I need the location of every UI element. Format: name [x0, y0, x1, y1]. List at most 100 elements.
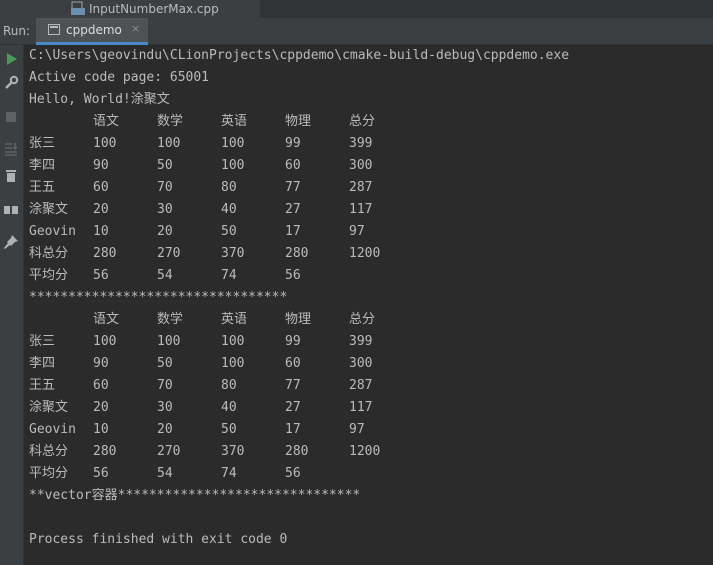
table-cell: 100 — [93, 136, 117, 151]
table-cell: 370 — [221, 246, 245, 261]
table-cell: 100 — [221, 158, 245, 173]
table-cell: 10 — [93, 422, 109, 437]
row-label-cell: 平均分 — [29, 268, 69, 283]
table-cell: 语文 — [93, 312, 120, 327]
row-label-cell: 涂聚文 — [29, 202, 69, 217]
table-cell: 370 — [221, 444, 245, 459]
run-tool-window-header: Run: cppdemo × — [0, 18, 713, 45]
table-cell: 英语 — [221, 312, 248, 327]
table-cell: 56 — [93, 268, 109, 283]
table-cell: 数学 — [157, 312, 184, 327]
table-cell: 20 — [157, 224, 173, 239]
table-cell: 399 — [349, 136, 373, 151]
table-cell: 54 — [157, 268, 173, 283]
table-cell: 97 — [349, 422, 365, 437]
table-cell: 56 — [93, 466, 109, 481]
pin-icon[interactable] — [3, 234, 19, 250]
table-cell: 17 — [285, 224, 301, 239]
table-cell: 30 — [157, 400, 173, 415]
table-cell: 280 — [285, 246, 309, 261]
wrench-icon[interactable] — [3, 75, 19, 91]
table-cell: 27 — [285, 202, 301, 217]
table-cell: 99 — [285, 334, 301, 349]
table-cell: 90 — [93, 158, 109, 173]
table-cell: 20 — [93, 400, 109, 415]
table-cell: 50 — [157, 356, 173, 371]
table-cell: 100 — [93, 334, 117, 349]
table-cell: 280 — [93, 246, 117, 261]
table-cell: 270 — [157, 246, 181, 261]
table-cell: 总分 — [349, 312, 376, 327]
row-label-cell: 李四 — [29, 356, 56, 371]
row-label-cell: 平均分 — [29, 466, 69, 481]
table-cell: 270 — [157, 444, 181, 459]
stop-icon[interactable] — [3, 109, 19, 125]
row-label-cell: 张三 — [29, 136, 56, 151]
row-label-cell: 王五 — [29, 180, 56, 195]
close-icon[interactable]: × — [131, 22, 140, 36]
table-cell: 280 — [93, 444, 117, 459]
editor-tab-bar-empty — [260, 0, 713, 18]
table-cell: 英语 — [221, 114, 248, 129]
table-cell: 50 — [221, 224, 237, 239]
table-cell: 50 — [157, 158, 173, 173]
table-cell: 117 — [349, 400, 373, 415]
table-cell: 1200 — [349, 246, 381, 261]
table-cell: 50 — [221, 422, 237, 437]
table-cell: 总分 — [349, 114, 376, 129]
table-cell: 90 — [93, 356, 109, 371]
table-cell: 117 — [349, 202, 373, 217]
table-cell: 物理 — [285, 114, 312, 129]
table-cell: 100 — [221, 136, 245, 151]
run-tab-cppdemo[interactable]: cppdemo × — [36, 18, 148, 45]
table-cell: 54 — [157, 466, 173, 481]
table-cell: 77 — [285, 180, 301, 195]
row-label-cell: Geovin — [29, 422, 76, 437]
table-cell: 97 — [349, 224, 365, 239]
table-cell: 74 — [221, 268, 237, 283]
table-cell: 语文 — [93, 114, 120, 129]
row-label-cell: 涂聚文 — [29, 400, 69, 415]
table-cell: 物理 — [285, 312, 312, 327]
row-label-cell: 科总分 — [29, 246, 69, 261]
trash-icon[interactable] — [3, 168, 19, 184]
layout-icon[interactable] — [3, 202, 19, 218]
row-label-cell: 王五 — [29, 378, 56, 393]
table-cell: 100 — [157, 136, 181, 151]
console-window-icon — [48, 24, 60, 35]
exe-path-line: C:\Users\geovindu\CLionProjects\cppdemo\… — [29, 48, 570, 63]
table-cell: 10 — [93, 224, 109, 239]
run-tab-label: cppdemo — [66, 23, 122, 37]
hello-line: Hello, World!涂聚文 — [29, 92, 170, 107]
table-cell: 17 — [285, 422, 301, 437]
row-label-cell: 张三 — [29, 334, 56, 349]
table-cell: 60 — [285, 158, 301, 173]
scroll-to-end-icon[interactable] — [3, 141, 19, 157]
table-cell: 74 — [221, 466, 237, 481]
table-cell: 1200 — [349, 444, 381, 459]
table-cell: 100 — [221, 334, 245, 349]
rerun-icon[interactable] — [3, 51, 19, 67]
table-cell: 287 — [349, 180, 373, 195]
table-cell: 27 — [285, 400, 301, 415]
table-cell: 80 — [221, 378, 237, 393]
separator-line: ********************************* — [29, 290, 288, 305]
exit-code-line: Process finished with exit code 0 — [29, 532, 288, 547]
table-cell: 300 — [349, 158, 373, 173]
row-label-cell: Geovin — [29, 224, 76, 239]
row-label-cell: 科总分 — [29, 444, 69, 459]
table-cell: 56 — [285, 268, 301, 283]
table-cell: 77 — [285, 378, 301, 393]
table-cell: 40 — [221, 400, 237, 415]
console-output[interactable]: C:\Users\geovindu\CLionProjects\cppdemo\… — [29, 45, 709, 565]
table-cell: 300 — [349, 356, 373, 371]
table-cell: 287 — [349, 378, 373, 393]
editor-tab-inputnumbermax[interactable]: InputNumberMax.cpp — [32, 0, 260, 18]
table-cell: 30 — [157, 202, 173, 217]
table-cell: 60 — [93, 180, 109, 195]
table-cell: 60 — [285, 356, 301, 371]
table-cell: 数学 — [157, 114, 184, 129]
table-cell: 20 — [157, 422, 173, 437]
table-cell: 100 — [221, 356, 245, 371]
vector-line: **vector容器******************************… — [29, 488, 361, 503]
